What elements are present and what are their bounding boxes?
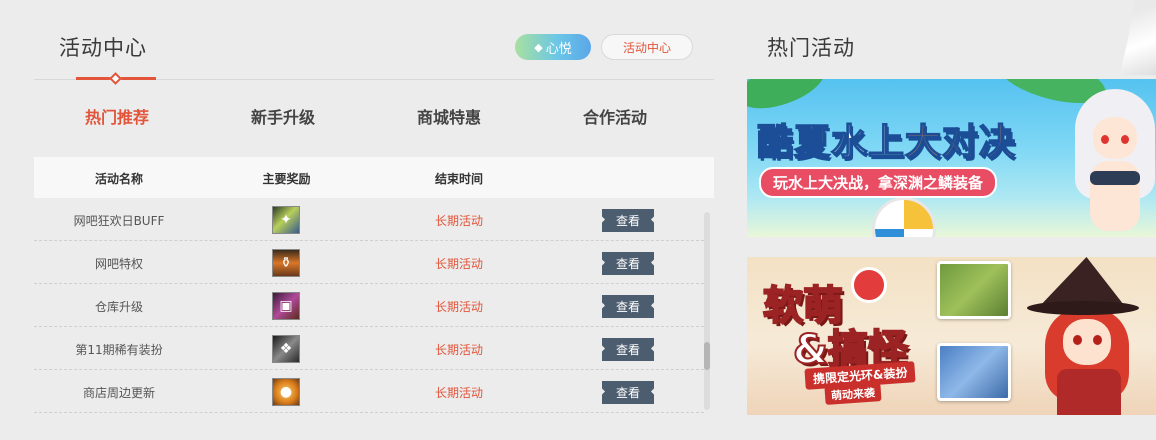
xinyue-label: 心悦 <box>545 41 572 57</box>
scrollbar-track[interactable] <box>704 212 710 410</box>
activity-name: 第11期稀有装扮 <box>75 343 163 357</box>
activity-center-panel: 活动中心 ◆ 心悦 活动中心 热门推荐 新手升级 商城特惠 合作活动 活动名称 … <box>34 0 714 440</box>
table-header: 活动名称 主要奖励 结束时间 <box>34 157 714 198</box>
game-screenshot <box>937 343 1011 401</box>
tab-partner-events[interactable]: 合作活动 <box>532 104 698 128</box>
beach-ball-icon <box>872 197 936 237</box>
activity-name: 网吧狂欢日BUFF <box>73 214 165 228</box>
column-header-end: 结束时间 <box>434 172 483 186</box>
view-button[interactable]: 查看 <box>602 209 654 232</box>
banner-subtitle: 玩水上大决战，拿深渊之鳞装备 <box>759 167 998 198</box>
scrollbar-thumb[interactable] <box>704 342 710 370</box>
view-button[interactable]: 查看 <box>602 381 654 404</box>
column-header-name: 活动名称 <box>94 172 143 186</box>
tab-newbie-upgrade[interactable]: 新手升级 <box>200 104 366 128</box>
character-decoration <box>1120 0 1156 75</box>
shop-goods-icon[interactable]: ● <box>272 378 300 406</box>
view-button[interactable]: 查看 <box>602 252 654 275</box>
table-row: 网吧狂欢日BUFF ✦ 长期活动 查看 <box>34 198 704 241</box>
character-illustration <box>1065 89 1156 237</box>
banner-title-part: 酷夏 <box>756 121 832 164</box>
end-time: 长期活动 <box>434 257 483 271</box>
game-screenshot <box>937 261 1011 319</box>
summer-water-battle-banner[interactable]: 酷夏水上大对决 玩水上大决战，拿深渊之鳞装备 <box>747 79 1156 237</box>
diamond-icon: ◆ <box>534 40 543 54</box>
potion-bottle-icon[interactable]: ⚱ <box>272 249 300 277</box>
tab-hot-recommend[interactable]: 热门推荐 <box>34 104 200 128</box>
view-button[interactable]: 查看 <box>602 295 654 318</box>
tab-bar: 热门推荐 新手升级 商城特惠 合作活动 <box>34 104 714 128</box>
end-time: 长期活动 <box>434 214 483 228</box>
xinyue-button[interactable]: ◆ 心悦 <box>515 34 591 60</box>
activity-name: 商店周边更新 <box>82 386 155 400</box>
character-illustration <box>1027 257 1156 415</box>
tab-mall-deals[interactable]: 商城特惠 <box>366 104 532 128</box>
end-time: 长期活动 <box>434 300 483 314</box>
column-header-reward: 主要奖励 <box>262 172 311 186</box>
table-row: 第11期稀有装扮 ❖ 长期活动 查看 <box>34 327 704 370</box>
end-time: 长期活动 <box>434 386 483 400</box>
end-time: 长期活动 <box>434 343 483 357</box>
banner-title-part: 水上 <box>830 121 906 164</box>
activity-name: 仓库升级 <box>94 300 143 314</box>
activity-center-button[interactable]: 活动中心 <box>601 34 693 60</box>
hot-events-title: 热门活动 <box>767 36 855 60</box>
smiley-icon <box>851 267 887 303</box>
page-title: 活动中心 <box>59 36 147 60</box>
table-row: 仓库升级 ▣ 长期活动 查看 <box>34 284 704 327</box>
table-row: 商店周边更新 ● 长期活动 查看 <box>34 370 704 413</box>
cute-and-funny-banner[interactable]: 软萌 &搞怪 携限定光环&装扮 萌动来袭 <box>747 257 1156 415</box>
buff-crystal-icon[interactable]: ✦ <box>272 206 300 234</box>
table-row: 网吧特权 ⚱ 长期活动 查看 <box>34 241 704 284</box>
view-button[interactable]: 查看 <box>602 338 654 361</box>
indicator-diamond-icon <box>109 72 122 85</box>
banner-subtitle: 萌动来袭 <box>824 383 882 405</box>
storage-box-icon[interactable]: ▣ <box>272 292 300 320</box>
activity-list: 网吧狂欢日BUFF ✦ 长期活动 查看 网吧特权 ⚱ 长期活动 查看 仓库升级 … <box>34 198 704 413</box>
activity-name: 网吧特权 <box>94 257 143 271</box>
banner-title: 酷夏水上大对决 <box>756 113 1017 165</box>
banner-title-part: 大对决 <box>904 121 1017 164</box>
costume-icon[interactable]: ❖ <box>272 335 300 363</box>
